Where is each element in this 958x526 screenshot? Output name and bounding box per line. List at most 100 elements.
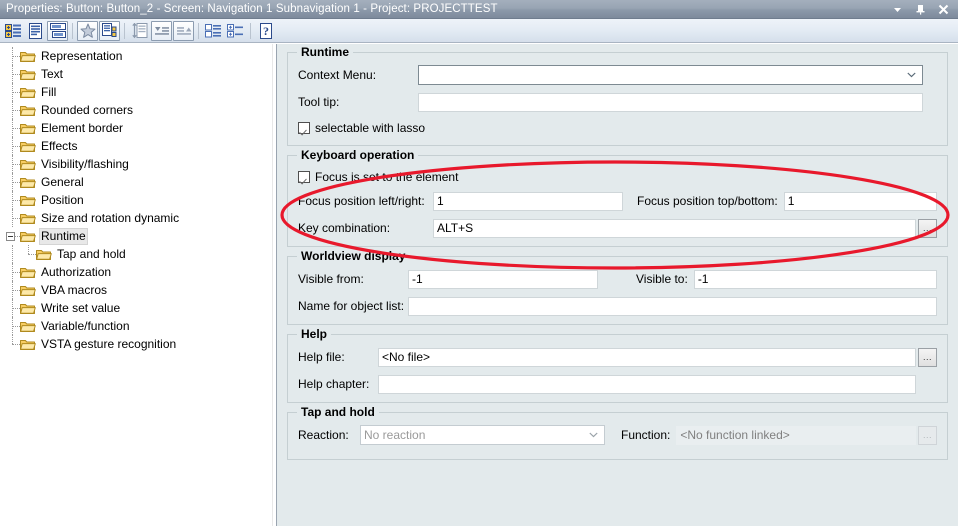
help-button[interactable]: ?	[255, 21, 276, 41]
visible-to-label: Visible to:	[636, 272, 688, 286]
help-file-input[interactable]: <No file>	[378, 347, 916, 367]
focus-checkbox[interactable]	[298, 171, 310, 183]
tree-connector	[4, 47, 20, 65]
visible-to-value: -1	[697, 272, 709, 286]
function-input[interactable]: <No function linked>	[676, 425, 916, 445]
reaction-row: Reaction: No reaction Function: <No func…	[298, 425, 937, 445]
property-category-tree[interactable]: Representation Text Fill Rounded corners Ele…	[0, 44, 272, 526]
tree-item-general[interactable]: General	[4, 173, 271, 191]
tooltip-input[interactable]	[418, 92, 923, 112]
tree-item-vsta-gesture-recognition[interactable]: VSTA gesture recognition	[4, 335, 271, 353]
focus-tb-label: Focus position top/bottom:	[637, 194, 778, 208]
focus-checkbox-label: Focus is set to the element	[315, 170, 459, 184]
chevron-down-icon	[903, 66, 919, 84]
tree-item-write-set-value[interactable]: Write set value	[4, 299, 271, 317]
tree-item-text[interactable]: Text	[4, 65, 271, 83]
tree-connector	[4, 83, 20, 101]
help-chapter-input[interactable]	[378, 374, 916, 394]
properties-panel: Runtime Context Menu: Tool tip: selectab…	[277, 44, 958, 526]
expand-up-button[interactable]	[173, 20, 194, 41]
tree-item-runtime[interactable]: Runtime	[4, 227, 271, 245]
runtime-group-title: Runtime	[297, 45, 353, 59]
folder-icon	[20, 68, 36, 81]
expand-collapse-all-button[interactable]	[225, 21, 246, 41]
key-combination-row: Key combination: ALT+S ...	[298, 218, 937, 238]
main-content: Representation Text Fill Rounded corners Ele…	[0, 44, 958, 526]
key-combination-browse-button[interactable]: ...	[918, 218, 937, 238]
tree-collapse-toggle[interactable]	[4, 227, 20, 245]
tree-item-fill[interactable]: Fill	[4, 83, 271, 101]
object-list-button[interactable]	[99, 20, 120, 41]
object-list-input[interactable]	[408, 296, 937, 316]
property-pages-button[interactable]	[47, 20, 68, 41]
help-group-title: Help	[297, 327, 332, 341]
visible-to-input[interactable]: -1	[693, 269, 937, 289]
tree-item-label: Fill	[41, 84, 57, 99]
tree-item-rounded-corners[interactable]: Rounded corners	[4, 101, 271, 119]
tree-item-tap-and-hold[interactable]: Tap and hold	[4, 245, 271, 263]
keyboard-operation-group-title: Keyboard operation	[297, 148, 419, 162]
visible-from-input[interactable]: -1	[408, 269, 598, 289]
reaction-combo[interactable]: No reaction	[360, 425, 605, 445]
folder-icon	[20, 194, 36, 207]
toolbar-separator	[124, 22, 125, 39]
tooltip-row: Tool tip:	[298, 92, 937, 112]
tree-connector	[20, 245, 36, 263]
tree-item-element-border[interactable]: Element border	[4, 119, 271, 137]
pin-button[interactable]	[914, 3, 927, 16]
key-combination-label: Key combination:	[298, 221, 391, 235]
folder-icon	[20, 86, 36, 99]
focus-tb-value: 1	[787, 194, 795, 208]
tree-item-effects[interactable]: Effects	[4, 137, 271, 155]
folder-icon	[20, 302, 36, 315]
dropdown-menu-button[interactable]	[891, 3, 904, 16]
alphabetical-view-button[interactable]	[25, 21, 46, 41]
tree-item-label: Element border	[41, 120, 124, 135]
properties-toolbar: ?	[0, 19, 958, 43]
tree-item-vba-macros[interactable]: VBA macros	[4, 281, 271, 299]
help-group: Help Help file: <No file> ... Help chapt…	[287, 327, 948, 403]
lasso-checkbox-row[interactable]: selectable with lasso	[298, 119, 937, 137]
tree-item-authorization[interactable]: Authorization	[4, 263, 271, 281]
tree-item-size-and-rotation-dynamic[interactable]: Size and rotation dynamic	[4, 209, 271, 227]
folder-icon	[20, 50, 36, 63]
tree-item-label: VBA macros	[41, 282, 108, 297]
tree-connector	[4, 137, 20, 155]
sort-order-button[interactable]	[129, 21, 150, 41]
tree-indent	[4, 245, 20, 263]
tree-item-label: Representation	[41, 48, 123, 63]
tree-connector	[4, 263, 20, 281]
folder-icon	[20, 212, 36, 225]
context-menu-label: Context Menu:	[298, 68, 377, 82]
focus-lr-label: Focus position left/right:	[298, 194, 425, 208]
close-button[interactable]	[937, 3, 950, 16]
tree-item-position[interactable]: Position	[4, 191, 271, 209]
lasso-checkbox[interactable]	[298, 122, 310, 134]
key-combination-input[interactable]: ALT+S	[433, 218, 916, 238]
group-list-button[interactable]	[203, 21, 224, 41]
window-title-bar: Properties: Button: Button_2 - Screen: N…	[0, 0, 958, 19]
help-file-label: Help file:	[298, 350, 345, 364]
help-file-browse-button[interactable]: ...	[918, 347, 937, 367]
help-chapter-row: Help chapter:	[298, 374, 937, 394]
tree-item-visibility-flashing[interactable]: Visibility/flashing	[4, 155, 271, 173]
function-browse-button[interactable]: ...	[918, 425, 937, 445]
favorites-button[interactable]	[77, 20, 98, 41]
context-menu-combo[interactable]	[418, 65, 923, 85]
focus-tb-input[interactable]: 1	[783, 191, 937, 211]
folder-icon	[20, 176, 36, 189]
tap-and-hold-group: Tap and hold Reaction: No reaction Funct…	[287, 405, 948, 460]
object-list-label: Name for object list:	[298, 299, 405, 313]
tree-item-representation[interactable]: Representation	[4, 47, 271, 65]
tree-item-label: Authorization	[41, 264, 112, 279]
collapse-down-button[interactable]	[151, 20, 172, 41]
function-value: <No function linked>	[680, 428, 790, 442]
tooltip-label: Tool tip:	[298, 95, 340, 109]
minus-icon	[6, 232, 15, 241]
focus-checkbox-row[interactable]: Focus is set to the element	[298, 168, 937, 186]
categorized-view-button[interactable]	[3, 21, 24, 41]
tree-item-variable-function[interactable]: Variable/function	[4, 317, 271, 335]
focus-lr-input[interactable]: 1	[433, 191, 623, 211]
tree-connector	[4, 335, 20, 353]
tree-item-label: Text	[41, 66, 64, 81]
